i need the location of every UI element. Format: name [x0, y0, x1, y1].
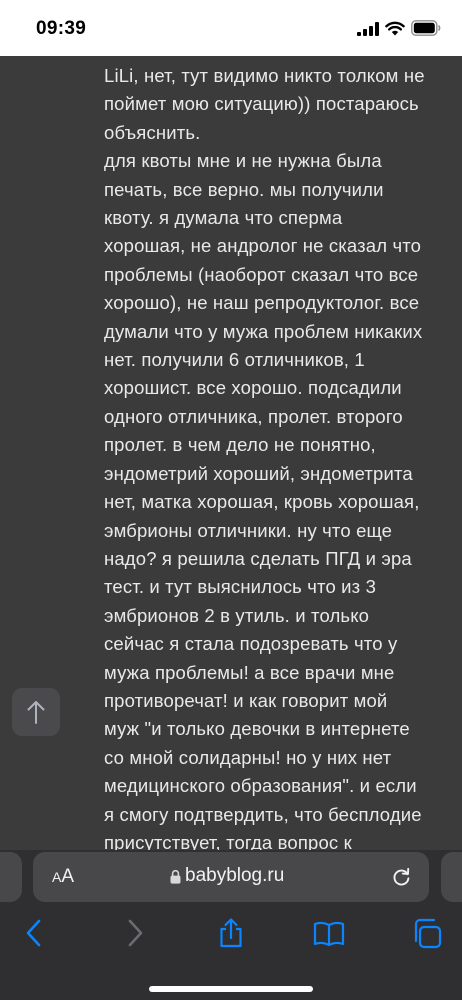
post-line: я смогу подтвердить, что бесплодие: [104, 803, 422, 825]
battery-icon: [411, 20, 441, 36]
post-line: присутствует, тогда вопрос к: [104, 831, 352, 850]
previous-tab-peek[interactable]: [0, 852, 22, 902]
post-line: печать, все верно. мы получили: [104, 178, 384, 200]
status-time: 09:39: [36, 18, 87, 39]
post-line: квоту. я думала что сперма: [104, 207, 343, 229]
post-line: хорошо), не наш репродуктолог. все: [104, 292, 420, 314]
post-line: нет, матка хорошая, кровь хорошая,: [104, 491, 420, 513]
post-line: со мной солидарны! но у них нет: [104, 746, 392, 768]
url-display[interactable]: babyblog.ru: [170, 865, 284, 887]
post-line: тест. и тут выяснилось что из 3: [104, 576, 377, 598]
wifi-icon: [385, 21, 405, 36]
tabs-icon[interactable]: [412, 917, 442, 949]
cellular-signal-icon: [357, 22, 379, 36]
post-line: хорошая, не андролог не сказал что: [104, 235, 422, 257]
post-line: пролет. в чем дело не понятно,: [104, 434, 376, 456]
post-line: для квоты мне и не нужна была: [104, 150, 382, 172]
reload-icon[interactable]: [391, 866, 412, 887]
post-line: хорошист. все хорошо. подсадили: [104, 377, 402, 399]
post-line: эмбрионов 2 в утиль. и только: [104, 604, 370, 626]
post-line: эндометрий хороший, эндометрита: [104, 462, 413, 484]
post-line: противоречат! и как говорит мой: [104, 689, 388, 711]
home-indicator[interactable]: [149, 986, 313, 992]
post-line: думали что у мужа проблем никаких: [104, 320, 423, 342]
url-domain: babyblog.ru: [185, 865, 285, 886]
forward-icon[interactable]: [125, 917, 145, 949]
next-tab-peek[interactable]: [441, 852, 462, 902]
address-bar[interactable]: AA babyblog.ru: [33, 852, 429, 902]
post-line: сейчас я стала подозревать что у: [104, 633, 398, 655]
bookmarks-icon[interactable]: [313, 917, 345, 949]
post-line: одного отличника, пролет. второго: [104, 405, 403, 427]
lock-icon: [170, 869, 181, 884]
page-settings-button[interactable]: AA: [52, 866, 74, 888]
post-line: медицинского образования". и если: [104, 775, 417, 797]
post-line: поймет мою ситуацию)) постараюсь: [104, 93, 419, 115]
post-line: надо? я решила сделать ПГД и эра: [104, 547, 412, 569]
post-line: муж "и только девочки в интернете: [104, 718, 410, 740]
back-icon[interactable]: [24, 917, 44, 949]
post-line: объяснить.: [104, 121, 201, 143]
post-line: эмбрионы отличники. ну что еще: [104, 519, 393, 541]
page-content: LiLi, нет, тут видимо никто толком не по…: [0, 56, 462, 850]
post-line: LiLi, нет, тут видимо никто толком не: [104, 65, 425, 86]
post-line: проблемы (наоборот сказал что все: [104, 263, 419, 285]
arrow-up-icon: [27, 701, 45, 724]
forum-post-text: LiLi, нет, тут видимо никто толком не по…: [104, 62, 449, 850]
status-bar: 09:39: [0, 0, 462, 56]
post-line: мужа проблемы! а все врачи мне: [104, 661, 395, 683]
share-icon[interactable]: [217, 917, 245, 949]
post-line: нет. получили 6 отличников, 1: [104, 349, 365, 371]
scroll-to-top-button[interactable]: [12, 688, 60, 736]
